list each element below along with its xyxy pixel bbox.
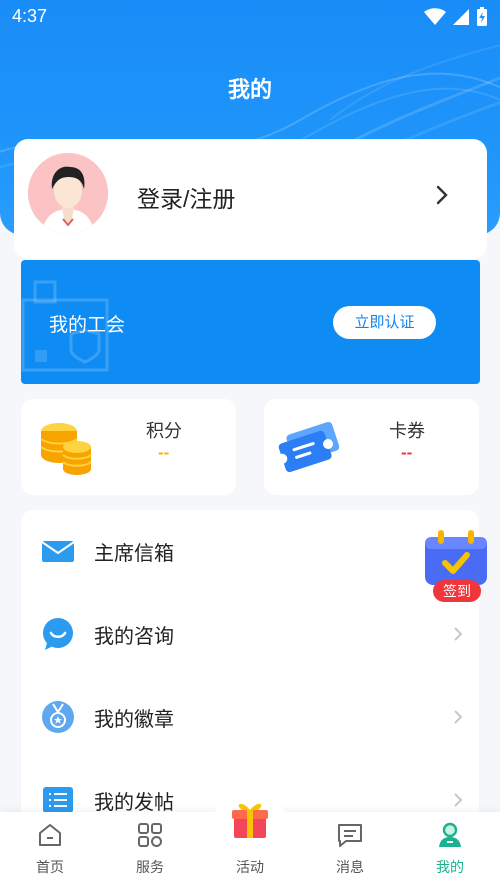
status-icons [424,7,488,27]
menu-item-label: 我的徽章 [94,709,174,731]
coins-icon [40,423,92,475]
badge-medal-icon [42,701,74,733]
chevron-right-icon [454,710,463,724]
menu-item-chairman-mailbox[interactable]: 主席信箱 [21,510,479,593]
tab-label: 首页 [36,859,64,875]
coupons-label: 卡券 [389,421,425,441]
home-icon [39,824,61,846]
screen: 4:37 我的 登录/注册 我的工会 立即认证 积分 -- 卡券 -- 主席信箱… [0,0,500,889]
menu-item-label: 主席信箱 [94,543,174,565]
default-avatar-icon [28,153,108,233]
menu-item-my-badges[interactable]: 我的徽章 [21,676,479,759]
avatar [28,153,108,233]
mail-icon [41,541,75,562]
tab-label: 服务 [136,859,164,875]
services-grid-icon [138,823,162,847]
tab-label: 我的 [436,859,464,875]
wifi-icon [424,8,446,25]
verify-now-button[interactable]: 立即认证 [333,306,436,339]
coupons-card[interactable]: 卡券 -- [264,399,479,495]
tab-services[interactable]: 服务 [100,812,200,882]
login-card[interactable]: 登录/注册 [14,139,487,259]
coupons-value: -- [401,443,413,462]
login-register-label: 登录/注册 [137,186,236,212]
message-icon [338,824,362,847]
battery-icon [477,7,487,26]
menu-item-my-consultation[interactable]: 我的咨询 [21,593,479,676]
ticket-icon [277,421,340,473]
gift-box-icon [232,803,268,838]
daily-signin-button[interactable]: 签到 [421,529,491,605]
status-bar: 4:37 [0,0,500,34]
union-banner[interactable]: 我的工会 立即认证 [21,260,480,384]
tab-label: 活动 [236,859,264,875]
chevron-right-icon [436,185,448,205]
tab-messages[interactable]: 消息 [300,812,400,882]
signin-label: 签到 [433,580,481,602]
chevron-right-icon [454,793,463,807]
tab-label: 消息 [336,859,364,875]
page-title: 我的 [227,77,272,102]
profile-icon [439,822,461,847]
points-value: -- [158,443,170,462]
signal-icon [453,9,469,25]
tab-activities[interactable]: 活动 [200,803,300,882]
union-title: 我的工会 [49,315,126,336]
menu-item-label: 我的发帖 [94,792,174,814]
points-label: 积分 [146,421,182,441]
chevron-right-icon [454,627,463,641]
status-time: 4:37 [12,6,48,26]
points-card[interactable]: 积分 -- [21,399,236,495]
chat-bubble-icon [43,618,73,650]
menu-list: 主席信箱 我的咨询 我的徽章 我的发帖 [21,510,479,830]
tab-profile[interactable]: 我的 [400,812,500,882]
tab-home[interactable]: 首页 [0,812,100,882]
menu-item-label: 我的咨询 [94,626,174,648]
